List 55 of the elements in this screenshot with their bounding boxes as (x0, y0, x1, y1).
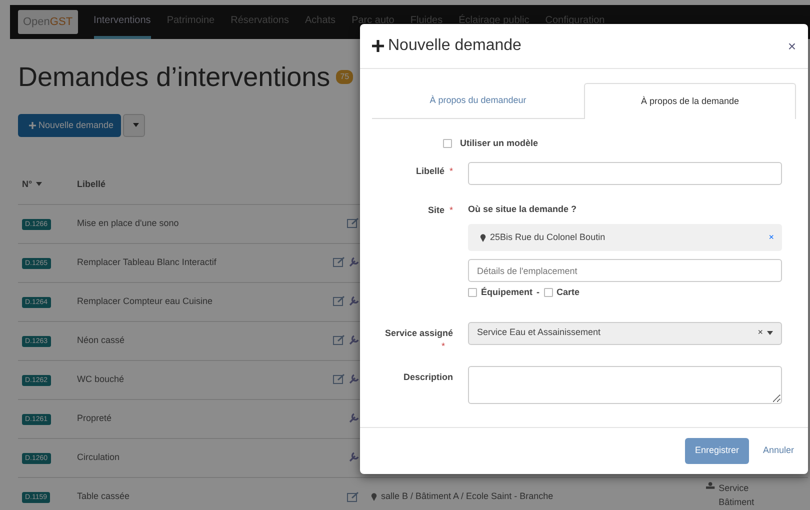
select-value: Service Eau et Assainissement (477, 326, 601, 340)
column-header[interactable]: Libellé (77, 178, 106, 188)
people-icon (706, 482, 715, 489)
pin-icon (480, 234, 486, 242)
field-label: Service assigné (384, 328, 453, 338)
service-select[interactable]: Service Eau et Assainissement × (468, 322, 782, 344)
page-title: Demandes d’interventions (18, 61, 330, 94)
nav-item[interactable]: Interventions (94, 5, 151, 39)
caret-icon (767, 331, 773, 335)
field-label: Libellé (416, 166, 444, 176)
required-mark: * (449, 204, 453, 214)
checkbox[interactable] (468, 288, 477, 298)
request-title: Néon cassé (77, 334, 125, 347)
request-title: WC bouché (77, 372, 124, 386)
site-text: salle B / Bâtiment A / Ecole Saint - Branche (381, 491, 554, 501)
clear-icon[interactable]: × (768, 230, 774, 244)
field-label: Description (403, 372, 453, 382)
libelle-field[interactable] (468, 162, 782, 184)
request-title: Remplacer Tableau Blanc Interactif (77, 256, 216, 269)
required-mark: * (449, 166, 453, 176)
plus-icon (372, 40, 384, 52)
service-text: Service Bâtiment (718, 482, 756, 508)
tab[interactable]: À propos du demandeur (372, 83, 584, 118)
field-label: Site (428, 204, 444, 214)
modal-title: Nouvelle demande (388, 36, 522, 56)
required-mark: * (441, 341, 445, 351)
caret-icon (132, 123, 139, 128)
request-title: Table cassée (77, 490, 130, 503)
request-title: Circulation (77, 450, 120, 464)
checkbox[interactable] (443, 138, 452, 148)
location-details-field[interactable]: Détails de l'emplacement (468, 259, 782, 282)
request-title: Mise en place d'une sono (77, 216, 179, 230)
request-title: Remplacer Compteur eau Cuisine (77, 294, 213, 308)
pin-icon (371, 492, 377, 501)
column-header[interactable]: N° (22, 178, 32, 188)
checkbox[interactable] (544, 288, 553, 298)
request-title: Propreté (77, 412, 112, 425)
description-field[interactable] (468, 366, 782, 404)
checkbox-label: Carte (556, 286, 580, 299)
dropdown-button[interactable] (122, 114, 145, 137)
location-select[interactable]: 25Bis Rue du Colonel Boutin × (468, 224, 782, 251)
close-button[interactable]: × (784, 36, 800, 56)
save-button[interactable]: Enregistrer (684, 438, 749, 464)
clear-icon[interactable]: × (758, 326, 763, 340)
sort-icon (36, 182, 42, 186)
plus-icon (29, 122, 36, 129)
separator-text: - (536, 286, 540, 299)
location-text: 25Bis Rue du Colonel Boutin (490, 230, 606, 244)
checkbox-label: Utiliser un modèle (460, 136, 538, 150)
new-request-button[interactable]: Nouvelle demande (18, 114, 121, 137)
site-question: Où se situe la demande ? (468, 202, 578, 216)
checkbox-label: Équipement (481, 286, 533, 299)
cancel-button[interactable]: Annuler (756, 443, 800, 459)
tab[interactable]: À propos de la demande (584, 83, 796, 118)
count-badge: 75 (336, 70, 354, 84)
